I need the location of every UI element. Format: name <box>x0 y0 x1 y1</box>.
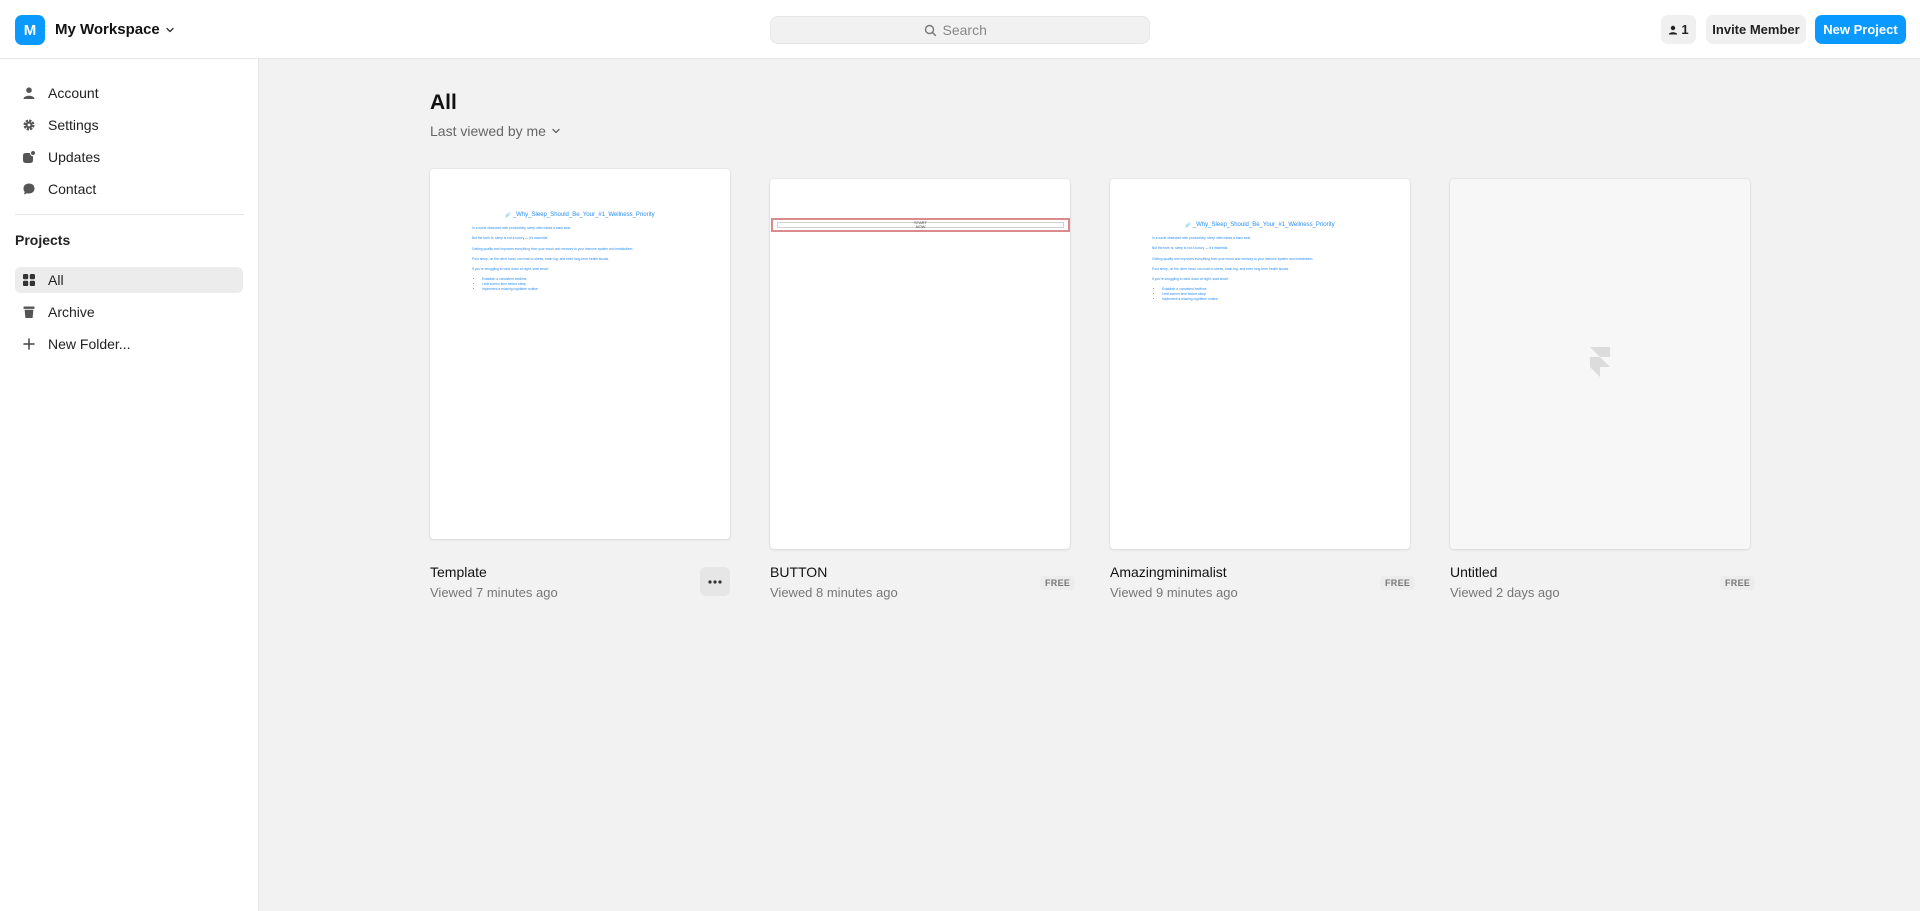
project-thumbnail-untitled[interactable] <box>1450 179 1750 549</box>
search-bar[interactable] <box>770 16 1150 44</box>
more-options-button[interactable] <box>700 567 730 596</box>
doc-preview-paragraph: But the truth is: sleep is not a luxury … <box>472 236 549 241</box>
trash-icon <box>23 306 35 318</box>
doc-preview-paragraph: Poor sleep, on the other hand, can lead … <box>472 256 610 261</box>
gear-icon <box>23 119 35 131</box>
sort-label: Last viewed by me <box>430 123 546 139</box>
project-thumbnail-amazingminimalist[interactable]: ☄️_Why_Sleep_Should_Be_Your_#1_Wellness_… <box>1110 179 1410 549</box>
plus-icon <box>23 338 35 350</box>
project-thumbnail-button[interactable]: START NOW <box>770 179 1070 549</box>
search-input[interactable] <box>942 22 997 38</box>
doc-preview-paragraph: Getting quality rest improves everything… <box>1152 256 1314 261</box>
button-preview-text: NOW <box>915 224 926 229</box>
button-preview: START NOW <box>771 218 1070 232</box>
user-icon <box>1669 25 1678 34</box>
doc-preview-paragraph: Poor sleep, on the other hand, can lead … <box>1152 266 1290 271</box>
project-name[interactable]: BUTTON <box>770 564 827 580</box>
page-title: All <box>430 91 457 114</box>
sidebar-item-updates[interactable]: Updates <box>15 144 243 170</box>
list-item: Implement a relaxing nighttime routine <box>1162 297 1410 302</box>
doc-preview-paragraph: If you're struggling to wind down at nig… <box>1152 277 1229 282</box>
sidebar-item-contact[interactable]: Contact <box>15 176 243 202</box>
doc-preview: ☄️_Why_Sleep_Should_Be_Your_#1_Wellness_… <box>1110 221 1410 302</box>
members-button[interactable]: 1 <box>1661 15 1696 44</box>
project-thumbnail-template[interactable]: ☄️_Why_Sleep_Should_Be_Your_#1_Wellness_… <box>430 169 730 539</box>
doc-preview: ☄️_Why_Sleep_Should_Be_Your_#1_Wellness_… <box>430 211 730 292</box>
framer-logo-icon <box>1590 347 1610 377</box>
chevron-down-icon <box>552 128 560 134</box>
new-project-button[interactable]: New Project <box>1815 15 1906 44</box>
sidebar-item-label: New Folder... <box>48 336 131 352</box>
doc-preview-title: ☄️_Why_Sleep_Should_Be_Your_#1_Wellness_… <box>1185 222 1335 228</box>
chat-bubble-icon <box>23 183 35 195</box>
sidebar-item-settings[interactable]: Settings <box>15 112 243 138</box>
doc-preview-list: Establish a consistent bedtime Limit scr… <box>482 277 730 292</box>
search-icon <box>924 24 936 36</box>
sidebar-item-label: Updates <box>48 149 101 165</box>
more-horizontal-icon <box>708 579 722 584</box>
plan-badge: FREE <box>1380 576 1416 590</box>
sort-dropdown[interactable]: Last viewed by me <box>430 123 562 139</box>
doc-preview-list: Establish a consistent bedtime Limit scr… <box>1162 287 1410 302</box>
sidebar: Account Settings Updates Contact Project… <box>0 59 259 911</box>
projects-heading: Projects <box>15 232 71 248</box>
workspace-name: My Workspace <box>55 21 160 38</box>
doc-preview-paragraph: In a world obsessed with productivity, s… <box>472 226 571 230</box>
sidebar-item-archive[interactable]: Archive <box>15 299 243 325</box>
workspace-avatar[interactable]: M <box>15 15 45 45</box>
sidebar-item-account[interactable]: Account <box>15 80 243 106</box>
plan-badge: FREE <box>1720 576 1756 590</box>
sidebar-item-label: Contact <box>48 181 97 197</box>
top-bar: M My Workspace 1 Invite Member New Proje… <box>0 0 1920 59</box>
member-count: 1 <box>1681 22 1689 37</box>
project-viewed-time: Viewed 8 minutes ago <box>770 585 898 600</box>
grid-icon <box>23 274 35 286</box>
user-icon <box>23 87 35 99</box>
project-name[interactable]: Template <box>430 564 487 580</box>
project-viewed-time: Viewed 2 days ago <box>1450 585 1560 600</box>
doc-preview-paragraph: Getting quality rest improves everything… <box>472 246 634 251</box>
new-folder-button[interactable]: New Folder... <box>15 331 243 357</box>
button-preview-label: START NOW <box>777 221 1064 229</box>
project-viewed-time: Viewed 7 minutes ago <box>430 585 558 600</box>
invite-member-button[interactable]: Invite Member <box>1706 15 1806 44</box>
doc-preview-paragraph: If you're struggling to wind down at nig… <box>472 267 549 272</box>
sidebar-item-label: Settings <box>48 117 99 133</box>
doc-preview-paragraph: But the truth is: sleep is not a luxury … <box>1152 246 1229 251</box>
list-item: Implement a relaxing nighttime routine <box>482 287 730 292</box>
workspace-switcher[interactable]: My Workspace <box>55 21 176 38</box>
sidebar-item-label: Archive <box>48 304 95 320</box>
sidebar-item-label: All <box>48 272 64 288</box>
sidebar-divider <box>15 214 244 215</box>
sidebar-item-label: Account <box>48 85 99 101</box>
updates-icon <box>23 150 36 163</box>
project-name[interactable]: Untitled <box>1450 564 1497 580</box>
project-viewed-time: Viewed 9 minutes ago <box>1110 585 1238 600</box>
sidebar-item-all[interactable]: All <box>15 267 243 293</box>
chevron-down-icon <box>166 27 174 32</box>
doc-preview-title: ☄️_Why_Sleep_Should_Be_Your_#1_Wellness_… <box>505 212 655 218</box>
plan-badge: FREE <box>1040 576 1076 590</box>
doc-preview-paragraph: In a world obsessed with productivity, s… <box>1152 236 1251 240</box>
project-name[interactable]: Amazingminimalist <box>1110 564 1227 580</box>
